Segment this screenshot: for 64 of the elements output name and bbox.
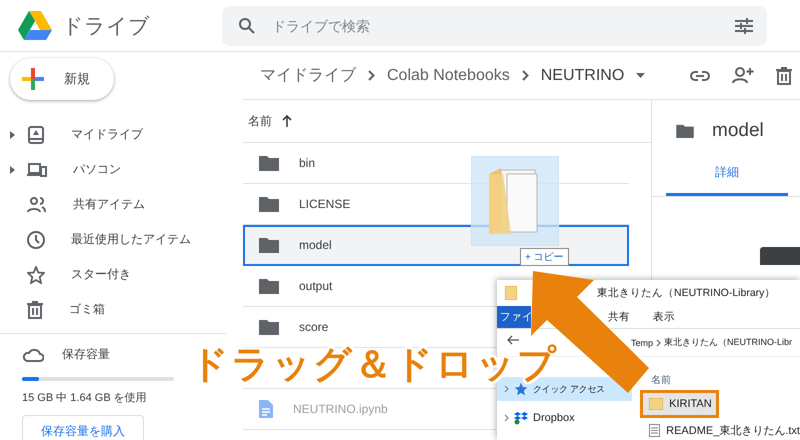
folder-icon — [649, 398, 664, 410]
ribbon-tab[interactable]: 表示 — [653, 306, 675, 328]
expand-arrow-icon[interactable] — [10, 166, 15, 174]
chevron-icon — [656, 338, 662, 346]
link-icon[interactable] — [690, 70, 710, 80]
text-file-icon — [649, 424, 660, 436]
plus-icon — [22, 68, 44, 90]
search-field[interactable]: ドライブで検索 — [222, 6, 767, 46]
sidebar-item[interactable]: 最近使用したアイテム — [0, 222, 232, 257]
folder-icon — [505, 286, 517, 300]
breadcrumb-link[interactable]: Colab Notebooks — [387, 66, 510, 84]
sidebar-item[interactable]: スター付き — [0, 257, 232, 292]
folder-icon — [259, 196, 279, 212]
people-icon — [27, 196, 47, 212]
sidebar-item[interactable]: 共有アイテム — [0, 187, 232, 222]
folder-icon — [259, 237, 279, 253]
document-icon — [259, 400, 273, 418]
column-header[interactable]: 名前 — [651, 373, 800, 387]
details-tab[interactable]: 詳細 — [666, 164, 788, 196]
star-icon — [514, 382, 528, 396]
drive-logo-icon — [18, 10, 52, 40]
sort-arrow-icon[interactable] — [282, 115, 292, 127]
folder-icon — [259, 319, 279, 335]
file-item[interactable]: README_東北きりたん.txt — [643, 419, 800, 440]
trash-icon[interactable] — [776, 66, 792, 84]
caret-icon[interactable] — [636, 73, 646, 78]
copy-badge: + コピー — [520, 248, 569, 266]
trash-icon — [27, 300, 43, 318]
breadcrumb-link[interactable]: NEUTRINO — [540, 66, 624, 84]
column-header[interactable]: 名前 — [248, 112, 272, 130]
address-segment[interactable]: 東北きりたん（NEUTRINO-Libr — [664, 336, 792, 349]
new-button[interactable]: 新規 — [10, 58, 114, 100]
file-item[interactable]: KIRITAN — [643, 393, 716, 415]
cloud-icon — [22, 348, 44, 362]
ribbon-tab[interactable]: ファイ — [497, 306, 531, 328]
storage-label: 保存容量 — [62, 346, 110, 363]
back-arrow-icon[interactable] — [507, 334, 519, 344]
computer-icon — [27, 162, 47, 178]
drive-icon — [27, 126, 45, 144]
sidebar-item[interactable]: ゴミ箱 — [0, 292, 232, 327]
boxes-icon — [514, 411, 528, 425]
clock-icon — [27, 230, 45, 248]
sidebar-item[interactable]: マイドライブ — [0, 117, 232, 152]
search-icon — [238, 16, 256, 34]
app-title: ドライブ — [62, 14, 150, 40]
chevron-icon — [368, 70, 375, 81]
details-title: model — [712, 120, 764, 142]
folder-icon — [259, 155, 279, 171]
storage-usage: 15 GB 中 1.64 GB を使用 — [22, 391, 147, 405]
address-segment[interactable]: Temp — [631, 338, 654, 348]
ribbon-tab[interactable]: 共有 — [608, 306, 630, 328]
add-person-icon[interactable] — [732, 67, 754, 84]
chevron-icon — [522, 70, 529, 81]
star-icon — [27, 266, 45, 284]
folder-icon — [676, 124, 694, 138]
expand-arrow-icon[interactable] — [10, 130, 15, 138]
sidebar-item[interactable]: パソコン — [0, 152, 232, 187]
buy-storage-button[interactable]: 保存容量を購入 — [22, 415, 144, 440]
folder-icon — [259, 278, 279, 294]
breadcrumb-link[interactable]: マイドライブ — [260, 65, 356, 86]
chevron-icon[interactable] — [504, 385, 509, 393]
chevron-icon[interactable] — [504, 414, 509, 422]
search-input[interactable]: ドライブで検索 — [270, 16, 721, 34]
filter-icon[interactable] — [735, 18, 753, 34]
